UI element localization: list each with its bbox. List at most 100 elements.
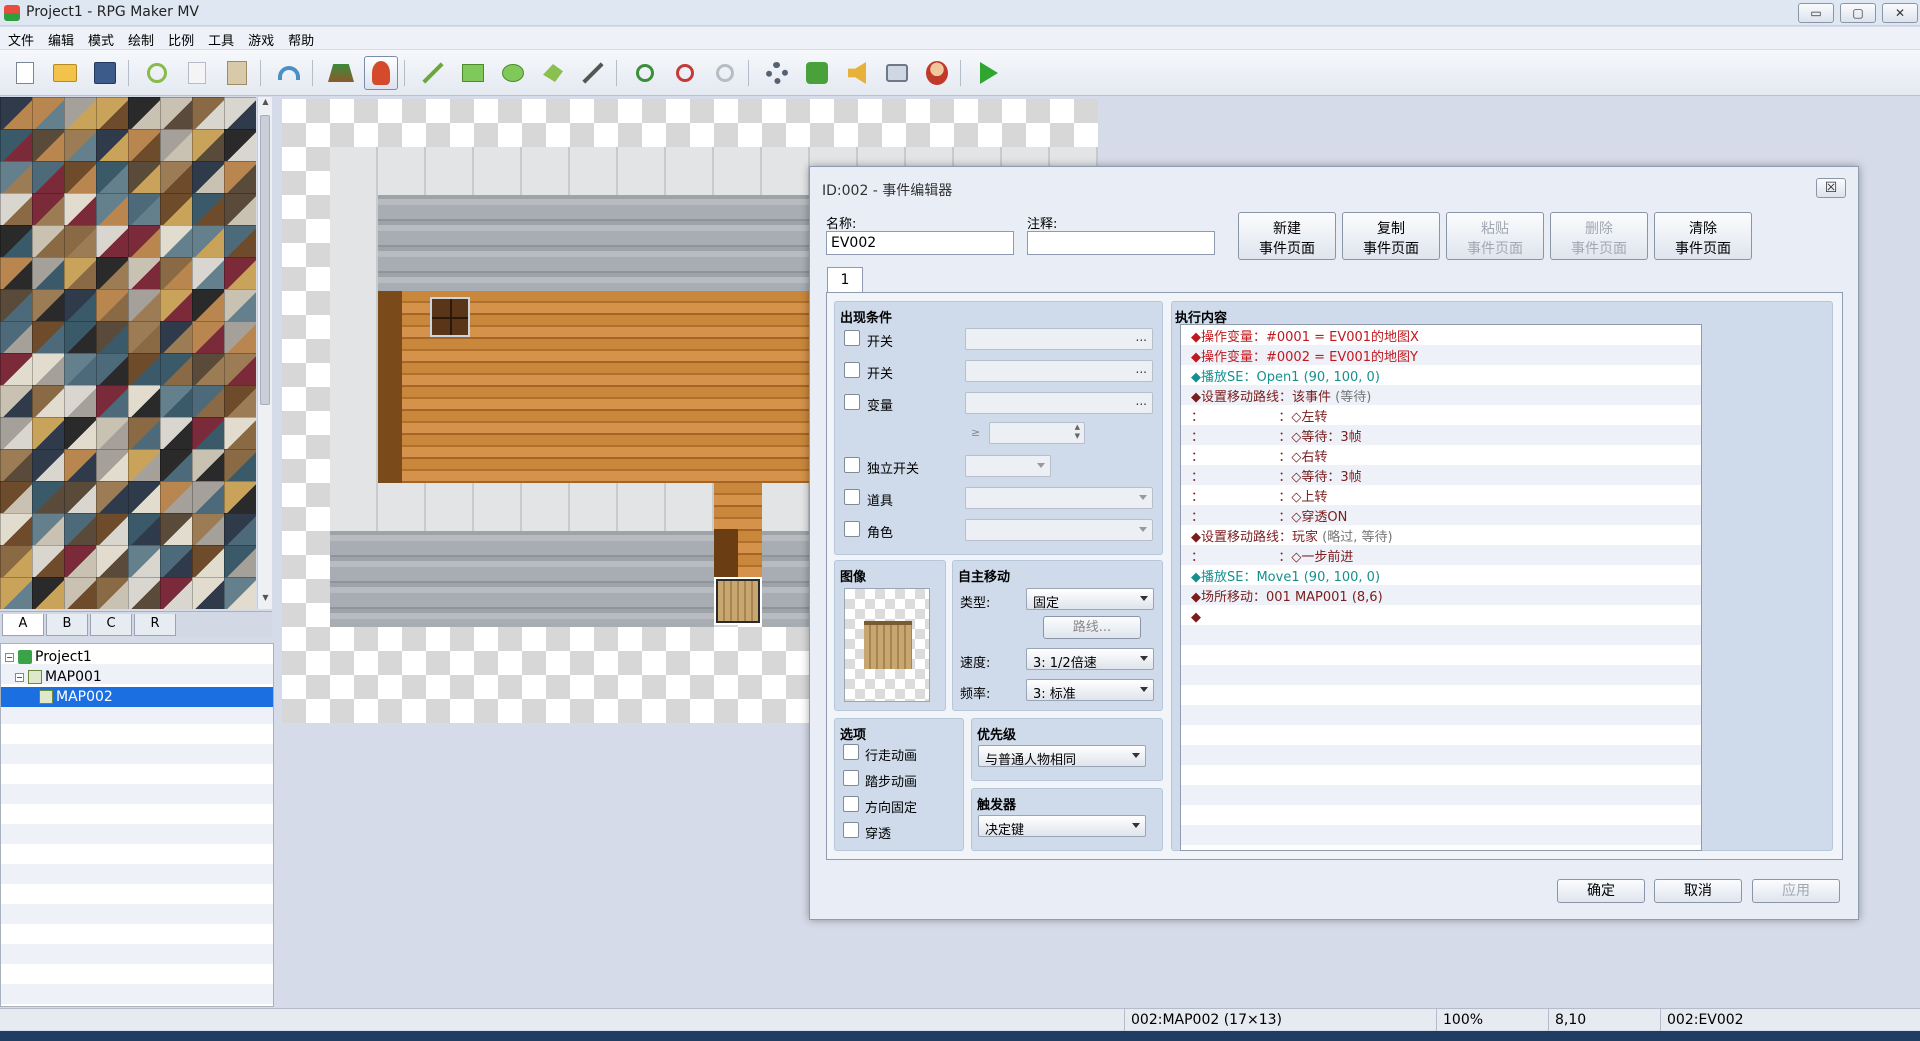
tab-page-1[interactable]: 1 [827,267,863,293]
command-line[interactable]: ◆播放SE：Open1 (90, 100, 0) [1191,368,1380,388]
scroll-down-icon[interactable]: ▼ [258,593,273,609]
map-mode-button[interactable] [324,56,358,90]
menu-draw[interactable]: 绘制 [120,27,160,49]
command-line[interactable]: ： ：◇左转 [1191,408,1327,428]
item-dropdown[interactable] [965,487,1153,509]
event-searcher-button[interactable] [880,56,914,90]
command-line[interactable]: ◆操作变量：#0002 = EV001的地图Y [1191,348,1418,368]
actor-checkbox[interactable] [844,521,860,537]
undo-button[interactable] [272,56,306,90]
copy-page-button[interactable]: 复制 事件页面 [1342,212,1440,260]
walking-animation-checkbox[interactable] [843,744,859,760]
minimize-button[interactable]: ▭ [1798,3,1834,23]
open-project-button[interactable] [48,56,82,90]
switch2-checkbox[interactable] [844,362,860,378]
command-line[interactable]: ◆设置移动路线：玩家 (略过, 等待) [1191,528,1393,548]
ok-button[interactable]: 确定 [1557,879,1645,903]
zoom-in-button[interactable] [628,56,662,90]
scroll-thumb[interactable] [260,115,270,405]
name-field[interactable]: EV002 [826,231,1014,255]
event-image-preview[interactable] [844,588,930,702]
collapse-icon[interactable]: − [15,672,24,682]
dialog-close-button[interactable]: ☒ [1816,178,1846,198]
event-ev002[interactable] [714,577,762,625]
tab-c[interactable]: C [90,614,132,636]
frequency-dropdown[interactable]: 3: 标准 [1026,679,1154,702]
tab-b[interactable]: B [46,614,88,636]
playtest-button[interactable] [972,56,1006,90]
plugin-manager-button[interactable] [800,56,834,90]
sound-test-button[interactable] [840,56,874,90]
paste-button[interactable] [220,56,254,90]
command-line[interactable]: ： ：◇上转 [1191,488,1327,508]
menu-tools[interactable]: 工具 [200,27,240,49]
stepping-animation-checkbox[interactable] [843,770,859,786]
zoom-out-button[interactable] [668,56,702,90]
event-mode-button[interactable] [364,56,398,90]
command-line[interactable]: ： ：◇一步前进 [1191,548,1353,568]
command-list[interactable]: ◆操作变量：#0001 = EV001的地图X ◆操作变量：#0002 = EV0… [1180,324,1702,851]
tab-r[interactable]: R [134,614,176,636]
character-generator-button[interactable] [920,56,954,90]
cancel-button[interactable]: 取消 [1654,879,1742,903]
save-project-button[interactable] [88,56,122,90]
menu-scale[interactable]: 比例 [160,27,200,49]
variable-selector[interactable]: ... [965,392,1153,414]
through-checkbox[interactable] [843,822,859,838]
menu-game[interactable]: 游戏 [240,27,280,49]
spinner-arrows-icon[interactable]: ▲ ▼ [1075,423,1080,441]
priority-dropdown[interactable]: 与普通人物相同 [978,745,1146,768]
tree-item-map002[interactable]: MAP002 [1,687,273,707]
tree-item-project[interactable]: − Project1 [5,647,265,667]
clear-page-button[interactable]: 清除 事件页面 [1654,212,1752,260]
menu-mode[interactable]: 模式 [80,27,120,49]
command-line[interactable]: ◆场所移动：001 MAP001 (8,6) [1191,588,1383,608]
command-line[interactable]: ： ：◇右转 [1191,448,1327,468]
shadow-pen-button[interactable] [576,56,610,90]
delete-page-button[interactable]: 删除 事件页面 [1550,212,1648,260]
item-checkbox[interactable] [844,489,860,505]
trigger-dropdown[interactable]: 决定键 [978,815,1146,838]
cut-button[interactable] [140,56,174,90]
route-button[interactable]: 路线... [1043,616,1141,639]
menu-file[interactable]: 文件 [0,27,40,49]
maximize-button[interactable]: ▢ [1840,3,1876,23]
close-button[interactable]: ✕ [1882,3,1918,23]
copy-button[interactable] [180,56,214,90]
command-line[interactable]: ： ：◇穿透ON [1191,508,1347,528]
switch1-checkbox[interactable] [844,330,860,346]
collapse-icon[interactable]: − [5,652,14,662]
command-line[interactable]: ◆ [1191,608,1201,628]
apply-button[interactable]: 应用 [1752,879,1840,903]
rectangle-button[interactable] [456,56,490,90]
switch1-selector[interactable]: ... [965,328,1153,350]
menu-edit[interactable]: 编辑 [40,27,80,49]
tileset-scrollbar[interactable]: ▲ ▼ [257,97,272,609]
direction-fix-checkbox[interactable] [843,796,859,812]
command-line[interactable]: ： ：◇等待：3帧 [1191,468,1362,488]
pencil-button[interactable] [416,56,450,90]
command-line[interactable]: ◆设置移动路线：该事件 (等待) [1191,388,1371,408]
ellipse-button[interactable] [496,56,530,90]
paste-page-button[interactable]: 粘贴 事件页面 [1446,212,1544,260]
self-switch-checkbox[interactable] [844,457,860,473]
tab-a[interactable]: A [2,614,44,636]
self-switch-dropdown[interactable] [965,455,1051,477]
variable-value-spinner[interactable]: ▲ ▼ [989,422,1085,444]
tileset-palette[interactable] [0,97,256,609]
actor-dropdown[interactable] [965,519,1153,541]
command-line[interactable]: ： ：◇等待：3帧 [1191,428,1362,448]
scroll-up-icon[interactable]: ▲ [258,97,273,113]
speed-dropdown[interactable]: 3: 1/2倍速 [1026,648,1154,671]
menu-help[interactable]: 帮助 [280,27,320,49]
actual-size-button[interactable] [708,56,742,90]
tree-item-map001[interactable]: − MAP001 [15,667,271,687]
new-project-button[interactable] [8,56,42,90]
new-page-button[interactable]: 新建 事件页面 [1238,212,1336,260]
type-dropdown[interactable]: 固定 [1026,588,1154,611]
database-button[interactable] [760,56,794,90]
fill-button[interactable] [536,56,570,90]
variable-checkbox[interactable] [844,394,860,410]
note-field[interactable] [1027,231,1215,255]
event-ev001[interactable] [430,297,470,337]
